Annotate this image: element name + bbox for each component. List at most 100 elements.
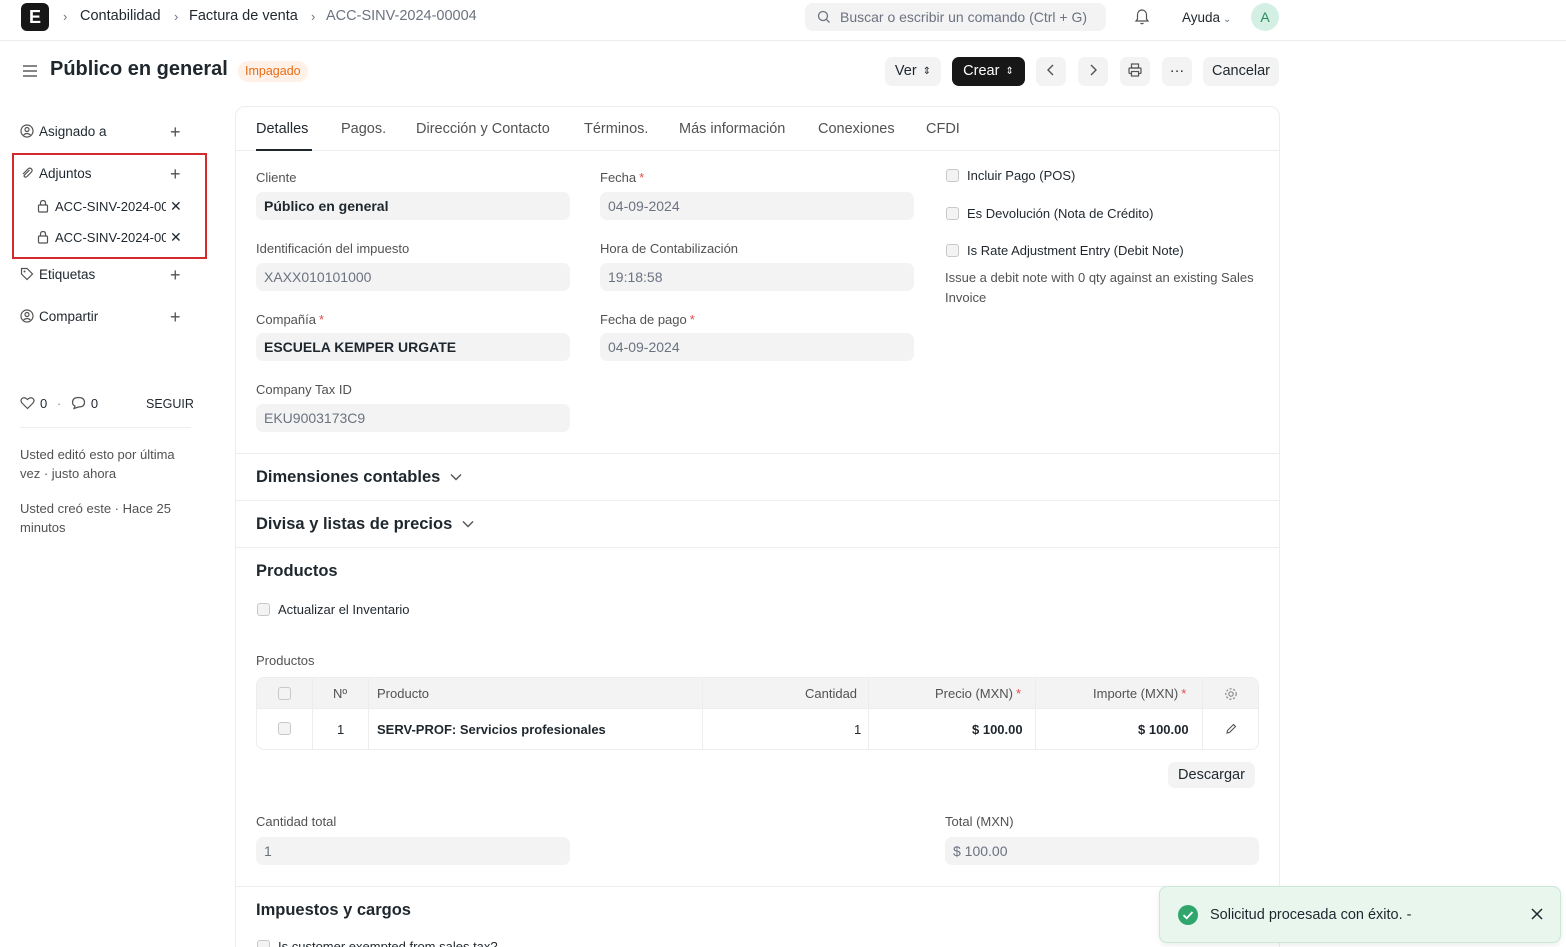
gear-icon[interactable]	[1224, 687, 1238, 701]
tab-terms[interactable]: Términos.	[584, 121, 648, 137]
status-badge: Impagado	[238, 61, 308, 82]
chevron-down-icon	[462, 521, 474, 528]
sidebar-share[interactable]: Compartir	[20, 309, 98, 324]
sidebar-assigned-to[interactable]: Asignado a	[20, 124, 107, 139]
toast-message: Solicitud procesada con éxito. -	[1210, 907, 1412, 923]
sidebar-tags[interactable]: Etiquetas	[20, 267, 95, 282]
add-assignment-icon[interactable]: +	[170, 123, 181, 141]
tab-address-contact[interactable]: Dirección y Contacto	[416, 121, 550, 137]
total-qty-label: Cantidad total	[256, 814, 337, 829]
page-title: Público en general	[50, 58, 228, 80]
company-tax-id-label: Company Tax ID	[256, 382, 352, 397]
row-select-checkbox[interactable]	[278, 722, 291, 735]
required-mark: *	[1016, 686, 1022, 701]
attachment-item[interactable]: ACC-SINV-2024-00004	[36, 199, 166, 214]
more-actions-button[interactable]: ···	[1162, 57, 1192, 86]
share-label: Compartir	[39, 309, 99, 324]
top-navbar: E › Contabilidad › Factura de venta › AC…	[0, 0, 1566, 41]
view-menu-button[interactable]: Ver ⇕	[885, 57, 941, 86]
date-label: Fecha *	[600, 170, 644, 185]
update-stock-label: Actualizar el Inventario	[278, 602, 410, 617]
is-return-label: Es Devolución (Nota de Crédito)	[967, 206, 1154, 221]
help-label: Ayuda	[1182, 10, 1221, 25]
user-avatar[interactable]: A	[1251, 3, 1279, 31]
previous-doc-button[interactable]	[1036, 57, 1066, 86]
accounting-dimensions-section[interactable]: Dimensiones contables	[256, 468, 462, 487]
updown-icon: ⇕	[922, 66, 932, 77]
cancel-button[interactable]: Cancelar	[1203, 57, 1279, 86]
col-amount-header: Importe (MXN) *	[1093, 686, 1186, 701]
company-label-text: Compañía	[256, 312, 316, 327]
breadcrumb-current-doc[interactable]: ACC-SINV-2024-00004	[326, 8, 477, 24]
app-logo[interactable]: E	[21, 3, 49, 31]
tab-cfdi[interactable]: CFDI	[926, 121, 960, 137]
tab-details[interactable]: Detalles	[256, 121, 308, 137]
sidebar-toggle-icon[interactable]	[21, 62, 39, 80]
close-icon[interactable]	[1530, 907, 1544, 921]
row-qty[interactable]: 1	[854, 722, 861, 737]
accounting-dimensions-title: Dimensiones contables	[256, 468, 441, 486]
remove-attachment-icon[interactable]: ✕	[170, 198, 182, 215]
likes-comments-row: 0 · 0	[20, 396, 98, 411]
company-field[interactable]: ESCUELA KEMPER URGATE	[256, 333, 570, 361]
items-table: Nº Producto Cantidad Precio (MXN) * Impor…	[256, 677, 1259, 750]
required-mark: *	[318, 312, 325, 327]
include-payment-checkbox[interactable]	[946, 169, 959, 182]
create-button-label: Crear	[963, 63, 1000, 79]
update-stock-checkbox[interactable]	[257, 603, 270, 616]
tab-payments[interactable]: Pagos.	[341, 121, 386, 137]
col-rate-header: Precio (MXN) *	[935, 686, 1021, 701]
add-share-icon[interactable]: +	[170, 308, 181, 326]
tax-exempt-checkbox[interactable]	[257, 940, 270, 947]
active-tab-indicator	[256, 149, 312, 151]
search-input[interactable]	[840, 3, 1102, 31]
bell-icon[interactable]	[1134, 8, 1150, 26]
currency-price-lists-section[interactable]: Divisa y listas de precios	[256, 515, 474, 534]
taxes-section-title: Impuestos y cargos	[256, 901, 411, 919]
check-circle-icon	[1178, 905, 1198, 925]
remove-attachment-icon[interactable]: ✕	[170, 229, 182, 246]
row-item[interactable]: SERV-PROF: Servicios profesionales	[377, 722, 606, 737]
created-note: Usted creó este · Hace 25 minutos	[20, 501, 172, 535]
help-dropdown[interactable]: Ayuda ⌄	[1182, 10, 1231, 25]
chevron-right-icon	[1090, 64, 1097, 76]
row-rate[interactable]: $ 100.00	[972, 722, 1023, 737]
section-divider	[236, 453, 1279, 454]
heart-icon[interactable]	[20, 396, 35, 410]
customer-field[interactable]: Público en general	[256, 192, 570, 220]
rate-adjustment-checkbox[interactable]	[946, 244, 959, 257]
chevron-left-icon	[1047, 64, 1054, 76]
comment-icon[interactable]	[71, 396, 86, 410]
tax-id-field: XAXX010101000	[256, 263, 570, 291]
attachment-item[interactable]: ACC-SINV-2024-00004	[36, 230, 166, 245]
breadcrumb-accounting[interactable]: Contabilidad	[80, 8, 161, 24]
tab-connections[interactable]: Conexiones	[818, 121, 895, 137]
next-doc-button[interactable]	[1078, 57, 1108, 86]
form-card: Detalles Pagos. Dirección y Contacto Tér…	[235, 106, 1280, 947]
tags-label: Etiquetas	[39, 267, 96, 282]
sidebar-divider	[20, 427, 191, 428]
follow-button[interactable]: SEGUIR	[146, 397, 194, 411]
chevron-right-icon: ›	[63, 9, 68, 24]
likes-count: 0	[40, 396, 48, 411]
add-tag-icon[interactable]: +	[170, 266, 181, 284]
download-button[interactable]: Descargar	[1168, 762, 1255, 788]
add-attachment-icon[interactable]: +	[170, 165, 181, 183]
awesomebar-search[interactable]	[805, 3, 1106, 31]
attachment-name: ACC-SINV-2024-00004	[55, 230, 166, 245]
select-all-checkbox[interactable]	[278, 687, 291, 700]
tab-more-info[interactable]: Más información	[679, 121, 785, 137]
is-return-checkbox[interactable]	[946, 207, 959, 220]
total-label: Total (MXN)	[945, 814, 1014, 829]
date-field: 04-09-2024	[600, 192, 914, 220]
edit-pencil-icon[interactable]	[1225, 723, 1237, 735]
share-user-icon	[20, 309, 34, 323]
posting-time-field: 19:18:58	[600, 263, 914, 291]
create-menu-button[interactable]: Crear ⇕	[952, 57, 1025, 86]
print-button[interactable]	[1120, 57, 1150, 86]
row-amount[interactable]: $ 100.00	[1138, 722, 1189, 737]
table-row[interactable]: 1 SERV-PROF: Servicios profesionales 1 $…	[257, 709, 1258, 749]
required-mark: *	[689, 312, 695, 327]
breadcrumb-sales-invoice[interactable]: Factura de venta	[189, 8, 298, 24]
assigned-to-label: Asignado a	[39, 124, 107, 139]
